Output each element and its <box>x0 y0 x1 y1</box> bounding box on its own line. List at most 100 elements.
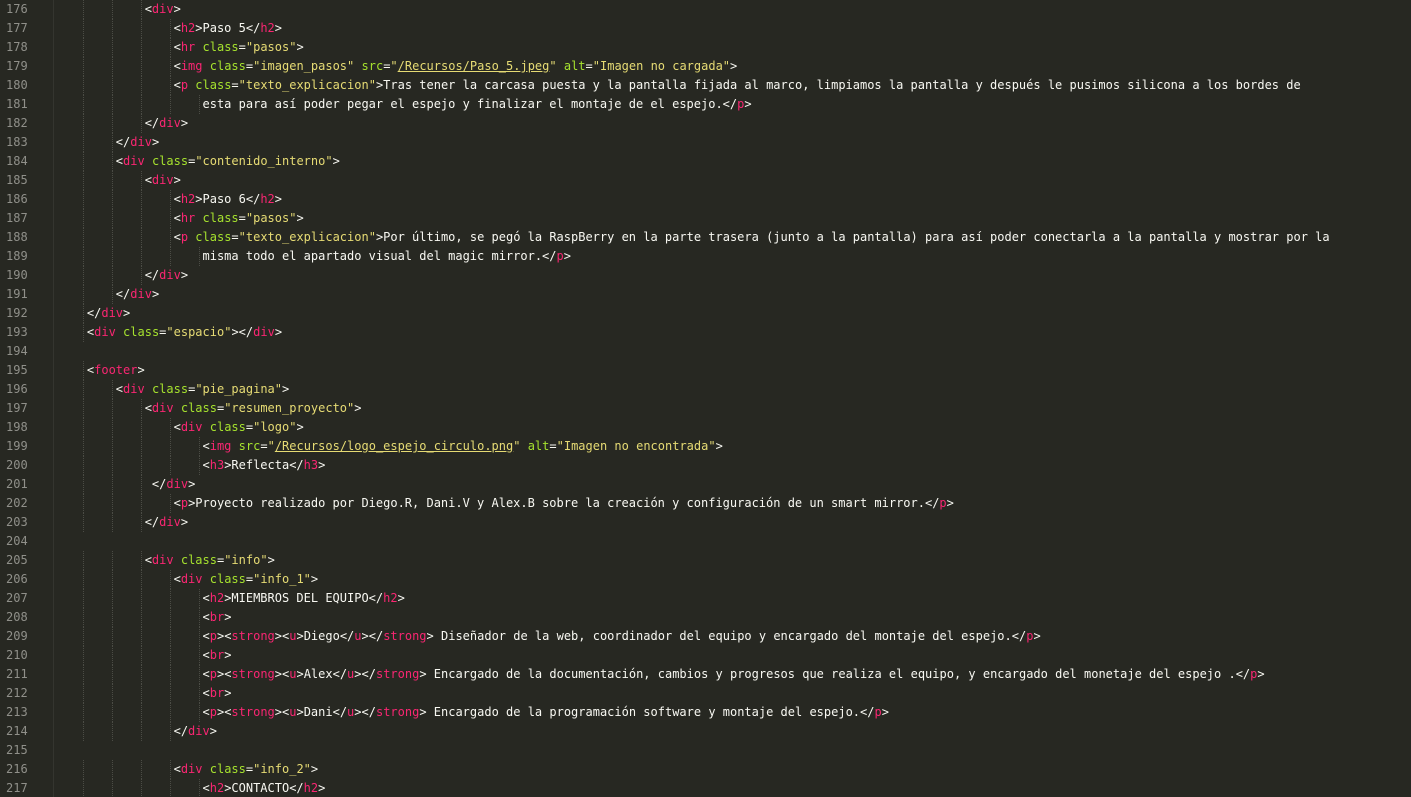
string-value: "texto_explicacion" <box>238 78 376 92</box>
code-line[interactable]: <div> <box>145 0 181 19</box>
indent-guide <box>198 456 200 475</box>
code-line[interactable]: </div> <box>145 513 188 532</box>
code-area[interactable]: <div> <h2>Paso 5</h2> <hr class="pasos"> <i… <box>54 0 1411 797</box>
indent-guide <box>141 589 143 608</box>
attribute-name: class <box>209 762 246 776</box>
code-line[interactable]: <hr class="pasos"> <box>174 38 304 57</box>
code-line[interactable]: <img class="imagen_pasos" src="/Recursos… <box>174 57 738 76</box>
code-text: >< <box>216 705 232 719</box>
indent-guide <box>83 456 85 475</box>
code-line[interactable]: <br> <box>203 608 232 627</box>
code-line[interactable]: <p><strong><u>Diego</u></strong> Diseñad… <box>203 627 1041 646</box>
code-line[interactable]: </div> <box>174 722 217 741</box>
indent-guide <box>83 437 85 456</box>
code-line[interactable]: <div class="info_2"> <box>174 760 319 779</box>
line-number: 203 <box>6 515 28 529</box>
code-line[interactable]: <img src="/Recursos/logo_espejo_circulo.… <box>203 437 723 456</box>
code-line[interactable]: esta para así poder pegar el espejo y fi… <box>203 95 752 114</box>
code-text: >< <box>274 667 290 681</box>
code-line[interactable]: <div class="logo"> <box>174 418 304 437</box>
code-line[interactable]: <p>Proyecto realizado por Diego.R, Dani.… <box>174 494 954 513</box>
attribute-name: class <box>151 382 189 396</box>
code-text: >< <box>216 667 232 681</box>
code-text: < <box>144 2 152 16</box>
code-line[interactable]: misma todo el apartado visual del magic … <box>203 247 571 266</box>
code-line[interactable]: <br> <box>203 684 232 703</box>
code-text: > <box>274 192 282 206</box>
code-line[interactable]: </div> <box>152 475 195 494</box>
indent-guide <box>141 684 143 703</box>
attribute-name: class <box>202 40 239 54</box>
code-text: < <box>173 496 181 510</box>
indent-guide <box>112 133 114 152</box>
indent-guide <box>112 627 114 646</box>
indent-guide <box>141 665 143 684</box>
code-text: > <box>332 154 340 168</box>
code-line[interactable]: <h2>Paso 5</h2> <box>174 19 282 38</box>
tag-name: footer <box>94 363 138 377</box>
indent-guide <box>112 0 114 19</box>
tag-name: br <box>209 648 225 662</box>
tag-name: p <box>209 629 217 643</box>
indent-guide <box>141 266 143 285</box>
tag-name: div <box>151 173 174 187</box>
code-line[interactable]: <h2>MIEMBROS DEL EQUIPO</h2> <box>203 589 405 608</box>
tag-name: p <box>180 230 189 244</box>
indent-guide <box>83 418 85 437</box>
indent-guide <box>141 646 143 665</box>
indent-guide <box>141 418 143 437</box>
code-line[interactable]: <div> <box>145 171 181 190</box>
line-number: 214 <box>6 724 28 738</box>
code-line[interactable]: <p class="texto_explicacion">Por último,… <box>174 228 1330 247</box>
code-line[interactable]: <div class="resumen_proyecto"> <box>145 399 362 418</box>
code-text: < <box>173 59 181 73</box>
code-line[interactable]: </div> <box>145 114 188 133</box>
code-text: < <box>144 401 152 415</box>
indent-guide <box>112 247 114 266</box>
indent-guide <box>83 323 85 342</box>
code-line[interactable]: <h2>CONTACTO</h2> <box>203 779 326 797</box>
code-text: < <box>202 686 210 700</box>
code-line[interactable]: <div class="espacio"></div> <box>87 323 282 342</box>
code-line[interactable]: <footer> <box>87 361 145 380</box>
line-number: 182 <box>6 116 28 130</box>
code-line[interactable]: <br> <box>203 646 232 665</box>
indent-guide <box>112 608 114 627</box>
code-text: > <box>296 420 304 434</box>
indent-guide <box>83 570 85 589</box>
code-line[interactable]: </div> <box>145 266 188 285</box>
code-text: >CONTACTO</ <box>224 781 304 795</box>
line-number: 194 <box>6 344 28 358</box>
code-line[interactable]: <hr class="pasos"> <box>174 209 304 228</box>
line-number-gutter[interactable]: 176 177 178 179 180 181 182 183 184 185 186 187 188 1… <box>0 0 54 797</box>
code-line[interactable]: <div class="info_1"> <box>174 570 319 589</box>
line-number: 211 <box>6 667 28 681</box>
indent-guide <box>198 608 200 627</box>
code-line[interactable]: </div> <box>116 133 159 152</box>
code-line[interactable]: <h3>Reflecta</h3> <box>203 456 326 475</box>
code-text: > <box>310 762 319 776</box>
code-text: < <box>115 154 124 168</box>
code-line[interactable]: </div> <box>116 285 159 304</box>
code-text: < <box>173 211 181 225</box>
line-number: 205 <box>6 553 28 567</box>
code-line[interactable]: <h2>Paso 6</h2> <box>174 190 282 209</box>
code-text: ></ <box>354 667 376 681</box>
indent-guide <box>112 152 114 171</box>
indent-guide <box>141 437 143 456</box>
indent-guide <box>141 760 143 779</box>
code-line[interactable]: <div class="contenido_interno"> <box>116 152 340 171</box>
indent-guide <box>141 399 143 418</box>
code-line[interactable]: <p><strong><u>Dani</u></strong> Encargad… <box>203 703 889 722</box>
tag-name: div <box>188 724 210 738</box>
indent-guide <box>112 418 114 437</box>
code-line[interactable]: <div class="info"> <box>145 551 275 570</box>
code-line[interactable]: <p class="texto_explicacion">Tras tener … <box>174 76 1301 95</box>
code-line[interactable]: <div class="pie_pagina"> <box>116 380 289 399</box>
string-value: "info_2" <box>253 762 311 776</box>
link-path: /Recursos/Paso_5.jpeg <box>397 59 550 73</box>
code-line[interactable]: <p><strong><u>Alex</u></strong> Encargad… <box>203 665 1265 684</box>
code-text: </ <box>144 116 160 130</box>
code-line[interactable]: </div> <box>87 304 130 323</box>
code-editor[interactable]: 176 177 178 179 180 181 182 183 184 185 186 187 188 1… <box>0 0 1411 797</box>
